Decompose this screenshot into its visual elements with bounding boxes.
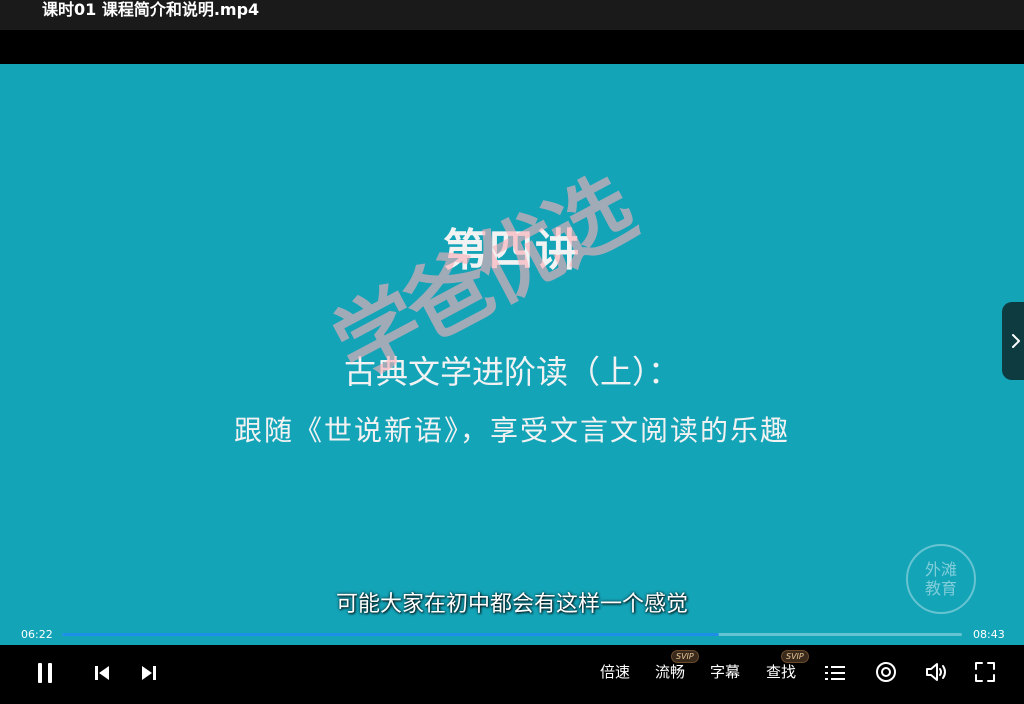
total-time: 08:43	[973, 628, 1005, 641]
progress-bar-fill	[62, 633, 719, 636]
playlist-button[interactable]	[822, 660, 848, 686]
pause-icon	[38, 663, 52, 683]
progress-bar[interactable]	[62, 633, 962, 636]
fullscreen-button[interactable]	[972, 659, 998, 685]
lecture-title: 古典文学进阶读（上）：	[343, 353, 680, 391]
video-frame[interactable]: 第四讲 古典文学进阶读（上）： 跟随《世说新语》，享受文言文阅读的乐趣 学爸优选…	[0, 64, 1024, 645]
previous-icon	[95, 666, 109, 680]
title-bar: 课时01 课程简介和说明.mp4	[0, 0, 1024, 30]
subtitle-caption: 可能大家在初中都会有这样一个感觉	[335, 592, 688, 617]
speed-button[interactable]: 倍速	[600, 661, 630, 682]
lecture-subtitle: 跟随《世说新语》，享受文言文阅读的乐趣	[233, 414, 790, 447]
subtitle-button[interactable]: 字幕	[710, 661, 740, 682]
next-icon	[142, 666, 156, 680]
quality-svip-badge: SVIP	[671, 650, 699, 663]
volume-button[interactable]	[924, 659, 950, 685]
search-svip-badge: SVIP	[781, 650, 809, 663]
progress-row: 06:22 08:43	[0, 620, 1024, 646]
control-bar: 倍速 流畅 SVIP 字幕 查找 SVIP	[0, 646, 1024, 704]
volume-icon	[926, 663, 946, 681]
previous-button[interactable]	[88, 660, 116, 686]
playlist-icon	[825, 666, 845, 680]
corner-logo-line1: 外滩	[924, 560, 957, 579]
side-panel-toggle[interactable]	[1002, 302, 1024, 380]
fullscreen-icon	[975, 662, 995, 682]
chevron-right-icon	[1012, 334, 1020, 348]
next-button[interactable]	[135, 660, 163, 686]
video-file-title: 课时01 课程简介和说明.mp4	[42, 0, 260, 19]
eye-protection-button[interactable]	[873, 659, 899, 685]
search-button[interactable]: 查找	[766, 661, 796, 682]
current-time: 06:22	[21, 628, 53, 641]
quality-button[interactable]: 流畅	[655, 661, 685, 682]
pause-button[interactable]	[30, 658, 60, 688]
eye-icon	[876, 662, 896, 682]
